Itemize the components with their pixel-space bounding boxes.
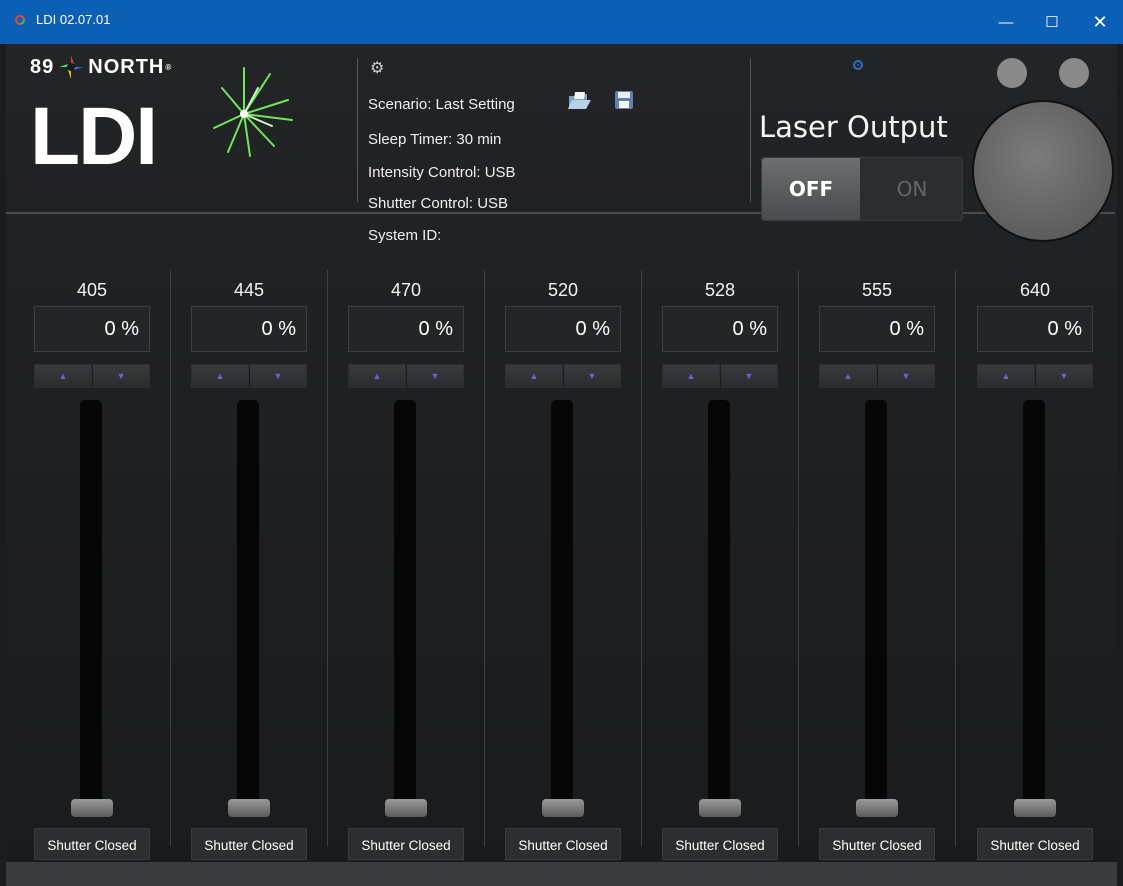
color-wheel-icon — [59, 55, 84, 79]
shutter-button[interactable]: Shutter Closed — [348, 828, 464, 860]
folder-open-icon[interactable] — [567, 90, 593, 112]
wavelength-label: 555 — [861, 280, 893, 300]
intensity-stepper: ▲ ▼ — [505, 364, 621, 388]
trademark-symbol: ® — [165, 62, 173, 72]
scenario-value[interactable]: Last Setting — [436, 96, 515, 113]
shutter-button[interactable]: Shutter Closed — [819, 828, 935, 860]
increase-arrow-icon[interactable]: ▲ — [977, 364, 1035, 388]
channel-405: 405 0 % ▲ ▼ Shutter Closed — [34, 270, 174, 860]
intensity-slider-thumb[interactable] — [71, 799, 113, 817]
intensity-slider-track[interactable] — [237, 400, 259, 816]
shutter-button[interactable]: Shutter Closed — [191, 828, 307, 860]
intensity-field[interactable]: 0 % — [819, 306, 935, 352]
intensity-slider-thumb[interactable] — [1014, 799, 1056, 817]
channel-445: 445 0 % ▲ ▼ Shutter Closed — [191, 270, 331, 860]
increase-arrow-icon[interactable]: ▲ — [191, 364, 249, 388]
channel-528: 528 0 % ▲ ▼ Shutter Closed — [662, 270, 802, 860]
close-button[interactable]: ✕ — [1077, 0, 1123, 44]
wavelength-label: 445 — [233, 280, 265, 300]
intensity-field[interactable]: 0 % — [505, 306, 621, 352]
decrease-arrow-icon[interactable]: ▼ — [406, 364, 464, 388]
sleep-timer-text: Sleep Timer: 30 min — [368, 131, 502, 148]
decrease-arrow-icon[interactable]: ▼ — [1035, 364, 1093, 388]
brand-number: 89 — [30, 55, 55, 78]
intensity-slider-track[interactable] — [80, 400, 102, 816]
maximize-button[interactable]: ☐ — [1029, 0, 1075, 44]
laser-starburst-icon — [213, 67, 293, 157]
increase-arrow-icon[interactable]: ▲ — [348, 364, 406, 388]
increase-arrow-icon[interactable]: ▲ — [819, 364, 877, 388]
wavelength-label: 405 — [76, 280, 108, 300]
decrease-arrow-icon[interactable]: ▼ — [720, 364, 778, 388]
intensity-slider-thumb[interactable] — [856, 799, 898, 817]
intensity-slider-thumb[interactable] — [699, 799, 741, 817]
indicator-light-left — [997, 58, 1027, 88]
brand-name: NORTH — [88, 55, 165, 78]
intensity-control-text: Intensity Control: USB — [368, 164, 516, 181]
intensity-slider-track[interactable] — [1023, 400, 1045, 816]
intensity-field[interactable]: 0 % — [348, 306, 464, 352]
intensity-stepper: ▲ ▼ — [34, 364, 150, 388]
intensity-slider-track[interactable] — [708, 400, 730, 816]
header-divider-right — [750, 58, 751, 202]
intensity-slider-thumb[interactable] — [385, 799, 427, 817]
intensity-slider-track[interactable] — [551, 400, 573, 816]
increase-arrow-icon[interactable]: ▲ — [662, 364, 720, 388]
intensity-stepper: ▲ ▼ — [348, 364, 464, 388]
laser-emission-indicator — [972, 100, 1114, 242]
intensity-stepper: ▲ ▼ — [191, 364, 307, 388]
channel-640: 640 0 % ▲ ▼ Shutter Closed — [977, 270, 1117, 860]
laser-output-title: Laser Output — [759, 110, 948, 144]
scenario-label: Scenario: — [368, 96, 432, 113]
intensity-stepper: ▲ ▼ — [819, 364, 935, 388]
channel-555: 555 0 % ▲ ▼ Shutter Closed — [819, 270, 959, 860]
shutter-button[interactable]: Shutter Closed — [977, 828, 1093, 860]
channel-470: 470 0 % ▲ ▼ Shutter Closed — [348, 270, 488, 860]
wavelength-label: 640 — [1019, 280, 1051, 300]
app-icon — [15, 15, 25, 25]
laser-output-toggle[interactable]: OFF ON — [761, 157, 963, 221]
window-title: LDI 02.07.01 — [36, 12, 111, 27]
intensity-field[interactable]: 0 % — [34, 306, 150, 352]
header-divider-left — [357, 58, 358, 202]
scenario-row: Scenario: Last Setting — [368, 96, 515, 113]
system-id-text: System ID: — [368, 227, 442, 244]
shutter-button[interactable]: Shutter Closed — [34, 828, 150, 860]
product-logo-ldi: LDI — [30, 91, 158, 182]
intensity-slider-track[interactable] — [865, 400, 887, 816]
brand-logo-89-north: 89 NORTH ® — [30, 54, 172, 80]
indicator-light-right — [1059, 58, 1089, 88]
status-strip — [6, 862, 1117, 886]
wavelength-label: 470 — [390, 280, 422, 300]
wavelength-label: 520 — [547, 280, 579, 300]
intensity-field[interactable]: 0 % — [191, 306, 307, 352]
decrease-arrow-icon[interactable]: ▼ — [877, 364, 935, 388]
laser-on-button[interactable]: ON — [862, 158, 962, 220]
intensity-slider-track[interactable] — [394, 400, 416, 816]
wavelength-label: 528 — [704, 280, 736, 300]
increase-arrow-icon[interactable]: ▲ — [34, 364, 92, 388]
shutter-button[interactable]: Shutter Closed — [662, 828, 778, 860]
decrease-arrow-icon[interactable]: ▼ — [92, 364, 150, 388]
gear-icon[interactable]: ⚙ — [370, 58, 384, 78]
decrease-arrow-icon[interactable]: ▼ — [249, 364, 307, 388]
channel-520: 520 0 % ▲ ▼ Shutter Closed — [505, 270, 645, 860]
status-indicator-icon — [853, 60, 863, 70]
intensity-slider-thumb[interactable] — [542, 799, 584, 817]
intensity-stepper: ▲ ▼ — [977, 364, 1093, 388]
shutter-button[interactable]: Shutter Closed — [505, 828, 621, 860]
laser-off-button[interactable]: OFF — [762, 158, 860, 220]
title-bar: LDI 02.07.01 — ☐ ✕ — [0, 0, 1123, 44]
increase-arrow-icon[interactable]: ▲ — [505, 364, 563, 388]
intensity-slider-thumb[interactable] — [228, 799, 270, 817]
intensity-stepper: ▲ ▼ — [662, 364, 778, 388]
decrease-arrow-icon[interactable]: ▼ — [563, 364, 621, 388]
shutter-control-text: Shutter Control: USB — [368, 195, 509, 212]
intensity-field[interactable]: 0 % — [662, 306, 778, 352]
minimize-button[interactable]: — — [983, 0, 1029, 44]
intensity-field[interactable]: 0 % — [977, 306, 1093, 352]
save-disk-icon[interactable] — [614, 90, 634, 110]
